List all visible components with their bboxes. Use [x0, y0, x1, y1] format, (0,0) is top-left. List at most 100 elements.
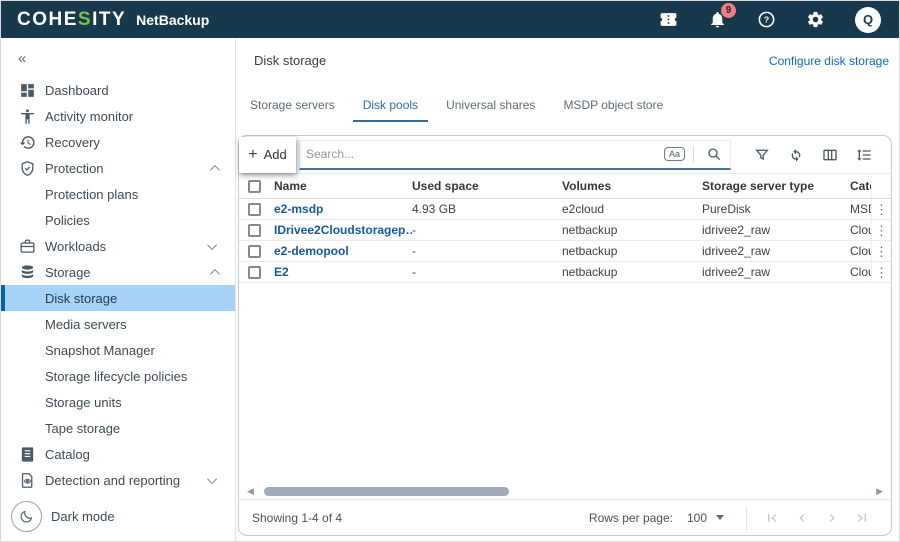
next-page-button[interactable]: [817, 510, 847, 526]
collapse-chevrons-icon: «: [18, 50, 26, 67]
row-checkbox[interactable]: [248, 266, 261, 279]
rows-per-page-select[interactable]: 100: [687, 511, 724, 525]
sidebar-item-storage-units[interactable]: Storage units: [1, 389, 235, 415]
add-button[interactable]: + Add: [239, 137, 296, 173]
notifications-button[interactable]: 9: [708, 10, 727, 29]
help-icon: ?: [757, 10, 776, 29]
detection-report-icon: [18, 471, 37, 490]
row-menu-icon[interactable]: ⋮: [875, 224, 888, 237]
add-button-label: Add: [264, 147, 287, 162]
disk-pool-link[interactable]: e2-demopool: [274, 244, 349, 258]
caret-down-icon: [716, 515, 724, 520]
sidebar-item-disk-storage[interactable]: Disk storage: [1, 285, 235, 311]
column-header-volumes[interactable]: Volumes: [562, 179, 702, 193]
sidebar-item-dashboard[interactable]: Dashboard: [1, 77, 235, 103]
sidebar-item-label: Dashboard: [45, 83, 109, 98]
brand-logo: COHESITY NetBackup: [17, 9, 209, 31]
user-avatar[interactable]: Q: [855, 7, 881, 33]
sidebar-item-snapshot-manager[interactable]: Snapshot Manager: [1, 337, 235, 363]
volumes-value: netbackup: [562, 244, 702, 258]
match-case-toggle[interactable]: Aa: [664, 147, 685, 161]
sidebar-item-label: Detection and reporting: [45, 473, 180, 488]
disk-pool-link[interactable]: e2-msdp: [274, 202, 323, 216]
column-header-category[interactable]: Categ: [850, 179, 871, 193]
used-space-value: 4.93 GB: [412, 202, 562, 216]
chevron-down-icon: [207, 474, 217, 484]
rows-per-page-value: 100: [687, 511, 707, 525]
horizontal-scrollbar: ◀ ▶: [239, 483, 891, 499]
refresh-button[interactable]: [779, 142, 813, 168]
refresh-icon: [788, 147, 804, 163]
row-checkbox[interactable]: [248, 245, 261, 258]
column-header-used-space[interactable]: Used space: [412, 179, 562, 193]
plus-icon: +: [248, 146, 257, 164]
sidebar-item-protection[interactable]: Protection: [1, 155, 235, 181]
settings-button[interactable]: [806, 10, 825, 29]
tab-msdp-object-store[interactable]: MSDP object store: [553, 92, 673, 122]
sidebar-item-recovery[interactable]: Recovery: [1, 129, 235, 155]
columns-icon: [822, 147, 838, 163]
notification-count-badge: 9: [721, 3, 736, 18]
sidebar-item-workloads[interactable]: Workloads: [1, 233, 235, 259]
storage-server-type-value: idrivee2_raw: [702, 244, 850, 258]
configure-disk-storage-link[interactable]: Configure disk storage: [769, 54, 889, 68]
disk-pool-link[interactable]: E2: [274, 265, 289, 279]
page-title: Disk storage: [254, 53, 326, 68]
dark-mode-toggle[interactable]: Dark mode: [1, 493, 235, 542]
search-input[interactable]: [306, 147, 664, 161]
row-menu-icon[interactable]: ⋮: [875, 203, 888, 216]
disk-pool-link[interactable]: IDrivee2Cloudstoragep…: [274, 223, 412, 237]
ticket-button[interactable]: [659, 10, 678, 29]
toolbar-divider: [693, 146, 694, 162]
help-button[interactable]: ?: [757, 10, 776, 29]
last-page-button[interactable]: [847, 510, 877, 526]
table-row: E2 - netbackup idrivee2_raw Clou ⋮: [239, 262, 891, 283]
sidebar-item-activity-monitor[interactable]: Activity monitor: [1, 103, 235, 129]
protection-shield-icon: [18, 159, 37, 178]
previous-page-button[interactable]: [787, 510, 817, 526]
column-header-name[interactable]: Name: [274, 179, 412, 193]
pagination-divider: [746, 506, 747, 530]
tab-disk-pools[interactable]: Disk pools: [353, 92, 428, 122]
first-page-button[interactable]: [757, 510, 787, 526]
sidebar-item-detection-and-reporting[interactable]: Detection and reporting: [1, 467, 235, 493]
moon-icon: [11, 501, 42, 532]
row-checkbox[interactable]: [248, 224, 261, 237]
search-submit-button[interactable]: [702, 141, 726, 167]
table-footer: Showing 1-4 of 4 Rows per page: 100: [239, 499, 891, 535]
row-checkbox[interactable]: [248, 203, 261, 216]
page-header: Disk storage Configure disk storage: [236, 38, 899, 68]
disk-pools-panel: + Add Aa: [238, 135, 892, 536]
workloads-briefcase-icon: [18, 237, 37, 256]
tab-bar: Storage servers Disk pools Universal sha…: [236, 68, 899, 122]
sidebar-item-label: Storage: [45, 265, 91, 280]
column-header-storage-server-type[interactable]: Storage server type: [702, 179, 850, 193]
sidebar-item-media-servers[interactable]: Media servers: [1, 311, 235, 337]
sidebar-item-label: Disk storage: [45, 291, 117, 306]
sidebar-item-storage[interactable]: Storage: [1, 259, 235, 285]
sidebar-collapse-button[interactable]: «: [1, 38, 235, 77]
table-toolbar: + Add Aa: [239, 136, 891, 173]
scrollbar-thumb[interactable]: [264, 487, 509, 496]
sidebar-item-storage-lifecycle-policies[interactable]: Storage lifecycle policies: [1, 363, 235, 389]
sidebar-item-tape-storage[interactable]: Tape storage: [1, 415, 235, 441]
scrollbar-track[interactable]: [256, 486, 874, 496]
scroll-right-icon[interactable]: ▶: [874, 486, 885, 497]
main-content: Disk storage Configure disk storage Stor…: [236, 38, 899, 541]
category-value: MSD: [850, 202, 871, 216]
manage-columns-button[interactable]: [813, 142, 847, 168]
sidebar-item-catalog[interactable]: Catalog: [1, 441, 235, 467]
sidebar-item-policies[interactable]: Policies: [1, 207, 235, 233]
row-menu-icon[interactable]: ⋮: [875, 245, 888, 258]
column-header-actions: [871, 174, 891, 198]
row-menu-icon[interactable]: ⋮: [875, 266, 888, 279]
sidebar-item-protection-plans[interactable]: Protection plans: [1, 181, 235, 207]
select-all-checkbox[interactable]: [248, 180, 261, 193]
tab-universal-shares[interactable]: Universal shares: [436, 92, 545, 122]
scroll-left-icon[interactable]: ◀: [245, 486, 256, 497]
settings-gear-icon: [806, 10, 825, 29]
filter-button[interactable]: [745, 142, 779, 168]
row-density-button[interactable]: [847, 142, 881, 168]
tab-storage-servers[interactable]: Storage servers: [240, 92, 345, 122]
sidebar-item-label: Activity monitor: [45, 109, 133, 124]
